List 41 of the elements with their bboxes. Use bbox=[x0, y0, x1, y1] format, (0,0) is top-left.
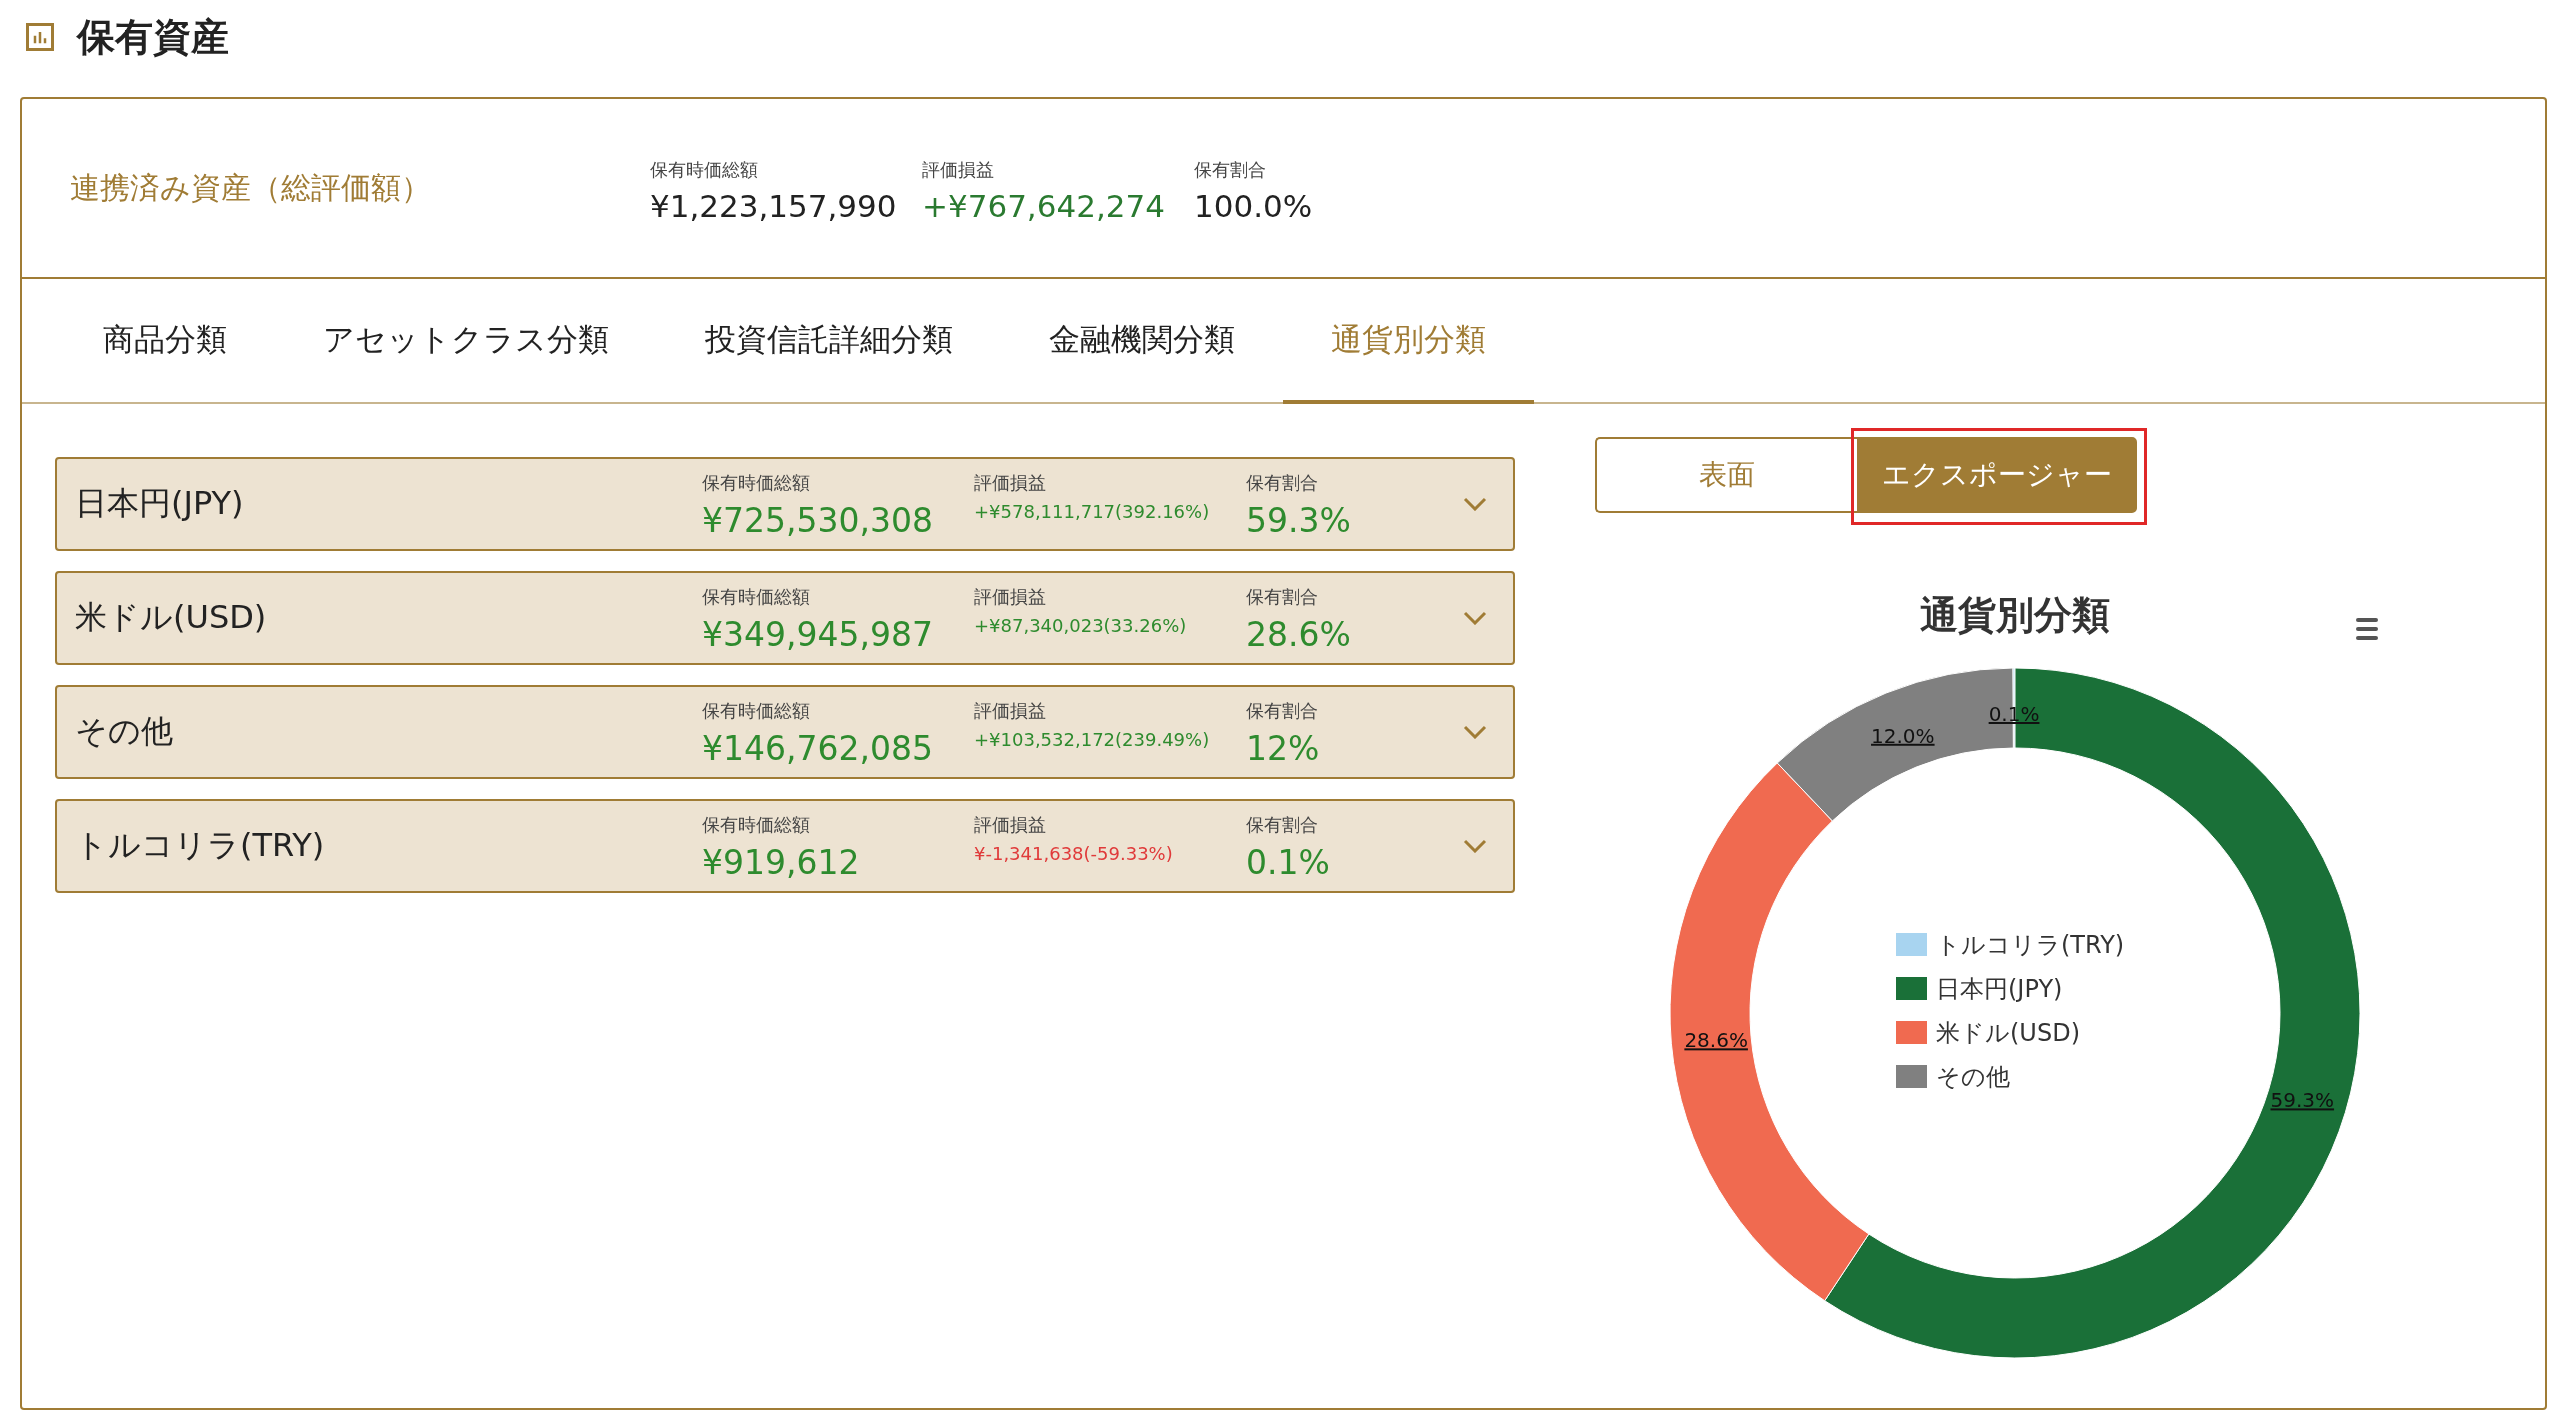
stat-label: 評価損益 bbox=[974, 471, 1047, 495]
market-value: ¥349,945,987 bbox=[702, 614, 934, 654]
stat-value: 100.0% bbox=[1194, 188, 1314, 224]
data-label: 12.0% bbox=[1871, 723, 1935, 748]
stat-label: 保有時価総額 bbox=[702, 584, 811, 609]
stat-label: 評価損益 bbox=[974, 585, 1047, 609]
holding-ratio: 0.1% bbox=[1246, 842, 1331, 882]
profit-loss: +¥103,532,172(239.49%) bbox=[974, 729, 1211, 752]
data-label: 28.6% bbox=[1684, 1028, 1748, 1053]
holding-ratio: 59.3% bbox=[1246, 500, 1352, 540]
stat-label: 保有時価総額 bbox=[650, 158, 759, 182]
stat-label: 保有割合 bbox=[1246, 812, 1319, 837]
stat-label: 保有時価総額 bbox=[702, 470, 811, 495]
stat-label: 評価損益 bbox=[922, 158, 995, 182]
profit-loss: +¥87,340,023(33.26%) bbox=[974, 615, 1188, 638]
market-value: ¥725,530,308 bbox=[702, 500, 934, 540]
stat-label: 評価損益 bbox=[974, 813, 1047, 837]
holding-ratio: 28.6% bbox=[1246, 614, 1352, 654]
holding-ratio: 12% bbox=[1246, 728, 1321, 768]
market-value: ¥919,612 bbox=[702, 842, 861, 882]
chart-title: 通貨別分類 bbox=[1920, 593, 2110, 637]
profit-loss: ¥-1,341,638(-59.33%) bbox=[974, 843, 1174, 866]
data-label: 0.1% bbox=[1988, 702, 2040, 726]
stat-label: 保有割合 bbox=[1246, 584, 1319, 609]
page-title: 保有資産 bbox=[77, 13, 229, 61]
stat-value: +¥767,642,274 bbox=[922, 188, 1166, 224]
stat-label: 保有割合 bbox=[1194, 158, 1267, 182]
stat-label: 保有時価総額 bbox=[702, 812, 811, 837]
stat-label: 保有割合 bbox=[1246, 698, 1319, 723]
stat-label: 保有時価総額 bbox=[702, 698, 811, 723]
stat-value: ¥1,223,157,990 bbox=[650, 188, 898, 224]
currency-name: 日本円(JPY) bbox=[75, 483, 245, 524]
currency-name: トルコリラ(TRY) bbox=[75, 825, 326, 866]
data-label: 59.3% bbox=[2270, 1088, 2335, 1113]
market-value: ¥146,762,085 bbox=[702, 728, 934, 768]
currency-name: その他 bbox=[75, 711, 174, 752]
profit-loss: +¥578,111,717(392.16%) bbox=[974, 501, 1211, 524]
stat-label: 評価損益 bbox=[974, 699, 1047, 723]
currency-name: 米ドル(USD) bbox=[75, 597, 268, 638]
summary-label: 連携済み資産（総評価額） bbox=[70, 168, 432, 207]
stat-label: 保有割合 bbox=[1246, 470, 1319, 495]
